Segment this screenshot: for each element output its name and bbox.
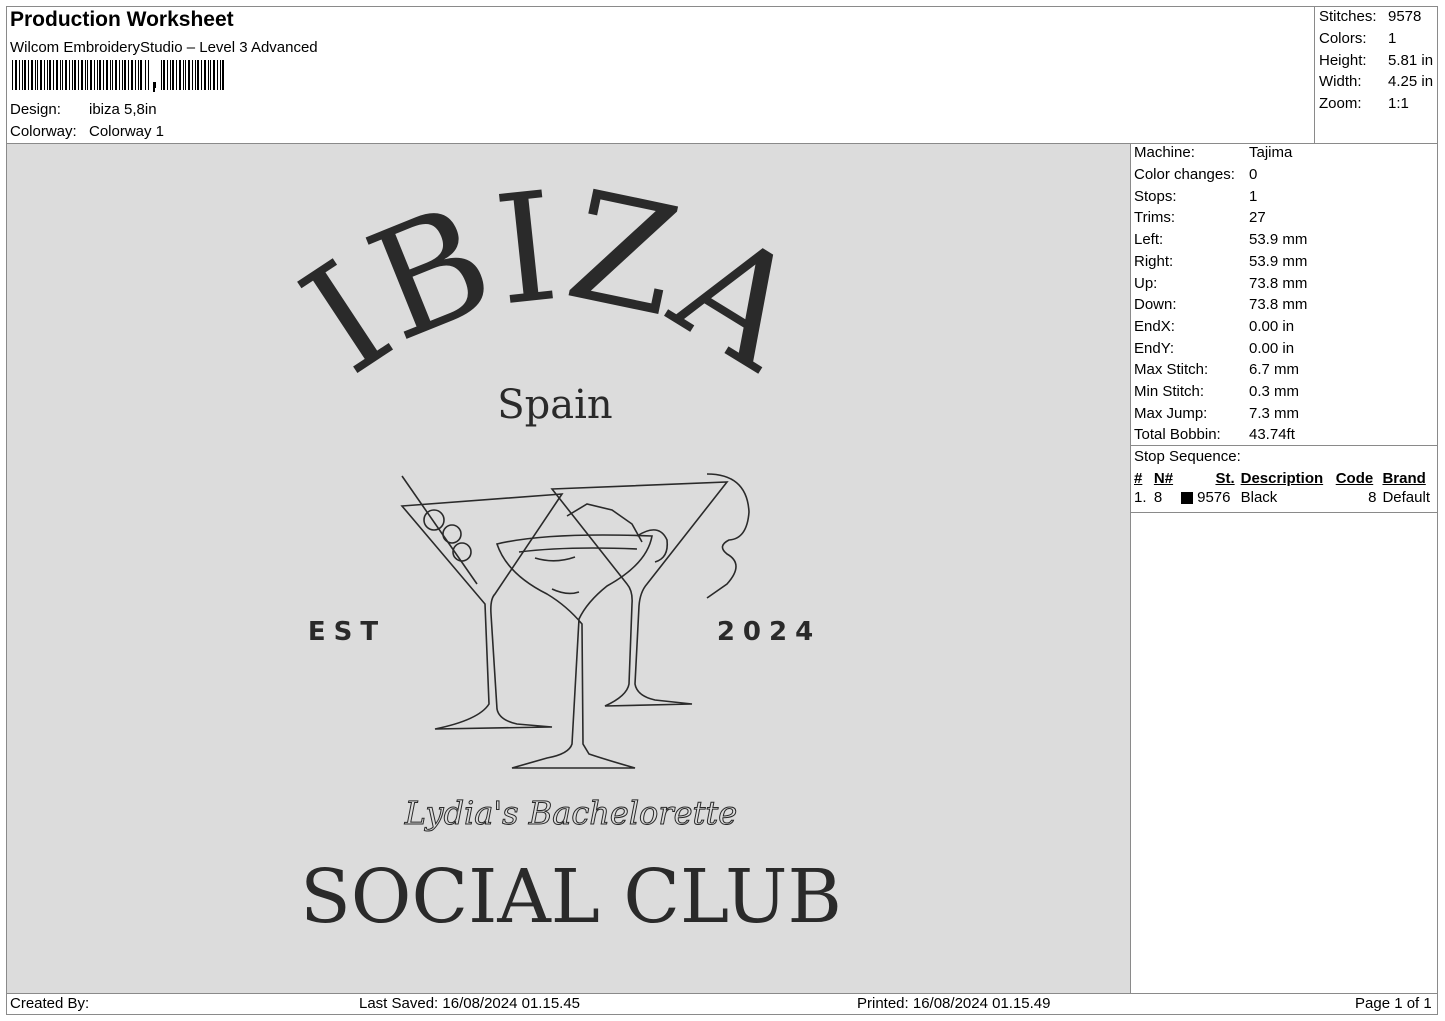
software-name: Wilcom EmbroideryStudio – Level 3 Advanc… (10, 39, 318, 56)
page-number: Page 1 of 1 (1355, 995, 1432, 1012)
summary-label: Zoom: (1319, 95, 1362, 112)
table-header-row: # N# St. Description Code Brand (1131, 469, 1437, 488)
stops-divider (1130, 445, 1438, 446)
color-code: 8 (1368, 489, 1377, 506)
summary-value: 4.25 in (1388, 73, 1434, 90)
detail-label: Down: (1134, 296, 1177, 313)
summary-label: Height: (1319, 52, 1367, 69)
est-year: 2024 (717, 617, 821, 647)
detail-label: Stops: (1134, 188, 1177, 205)
summary-value: 1 (1388, 30, 1397, 47)
detail-label: EndY: (1134, 340, 1175, 357)
detail-value: 6.7 mm (1249, 361, 1300, 378)
stop-sequence-title: Stop Sequence: (1134, 448, 1241, 465)
footer-divider (6, 993, 1438, 994)
summary-value: 5.81 in (1388, 52, 1434, 69)
detail-label: Total Bobbin: (1134, 426, 1221, 443)
thread-brand: Default (1382, 489, 1430, 506)
page-title: Production Worksheet (10, 8, 234, 31)
color-description: Black (1240, 489, 1278, 506)
column-header: St. (1215, 470, 1235, 487)
embroidery-design: IBIZA Spain EST 2024 Lydia's Bachelorett… (274, 159, 842, 940)
table-row: 1. 8 9576 Black 8 Default (1131, 488, 1437, 507)
stops-bottom-divider (1130, 512, 1438, 513)
design-title: IBIZA (274, 159, 830, 408)
printed-date: Printed: 16/08/2024 01.15.49 (857, 995, 1051, 1012)
colorway-value: Colorway 1 (89, 123, 165, 140)
needle-number: 8 (1153, 489, 1163, 506)
stitch-cell: 9576 (1178, 488, 1238, 507)
barcode-image (12, 60, 224, 92)
summary-value: 9578 (1388, 8, 1422, 25)
design-preview: IBIZA Spain EST 2024 Lydia's Bachelorett… (7, 144, 1130, 993)
details-divider (1130, 143, 1131, 993)
column-header: Description (1240, 470, 1324, 487)
detail-label: EndX: (1134, 318, 1175, 335)
column-header: # (1134, 470, 1143, 487)
detail-value: 1 (1249, 188, 1258, 205)
detail-label: Color changes: (1134, 166, 1235, 183)
column-header: Code (1335, 470, 1374, 487)
summary-value: 1:1 (1388, 95, 1409, 112)
design-label: Design: (10, 101, 61, 118)
detail-value: 27 (1249, 209, 1266, 226)
column-header: Brand (1382, 470, 1426, 487)
detail-value: 53.9 mm (1249, 231, 1308, 248)
script-text: Lydia's Bachelorette (404, 794, 737, 832)
stop-sequence-table: # N# St. Description Code Brand 1. 8 957… (1131, 469, 1437, 507)
detail-label: Trims: (1134, 209, 1176, 226)
detail-label: Max Jump: (1134, 405, 1208, 422)
summary-label: Colors: (1319, 30, 1367, 47)
column-header: N# (1153, 470, 1174, 487)
colorway-label: Colorway: (10, 123, 77, 140)
detail-label: Right: (1134, 253, 1174, 270)
created-by: Created By: (10, 995, 90, 1012)
last-saved: Last Saved: 16/08/2024 01.15.45 (359, 995, 581, 1012)
detail-label: Left: (1134, 231, 1164, 248)
detail-value: 53.9 mm (1249, 253, 1308, 270)
detail-value: 0.3 mm (1249, 383, 1300, 400)
summary-label: Stitches: (1319, 8, 1377, 25)
detail-value: Tajima (1249, 144, 1293, 161)
social-club-text: SOCIAL CLUB (300, 854, 842, 940)
detail-value: 73.8 mm (1249, 275, 1308, 292)
detail-value: 43.74ft (1249, 426, 1295, 443)
detail-value: 0.00 in (1249, 340, 1295, 357)
cocktail-glasses-art (400, 473, 750, 769)
design-value: ibiza 5,8in (89, 101, 157, 118)
detail-value: 0 (1249, 166, 1258, 183)
est-label: EST (308, 617, 386, 647)
summary-divider (1314, 6, 1315, 143)
color-swatch (1180, 492, 1193, 505)
detail-label: Up: (1134, 275, 1158, 292)
design-subtitle: Spain (497, 382, 612, 428)
detail-label: Max Stitch: (1134, 361, 1209, 378)
stop-number: 1. (1134, 489, 1147, 506)
detail-label: Machine: (1134, 144, 1195, 161)
detail-value: 0.00 in (1249, 318, 1295, 335)
summary-label: Width: (1319, 73, 1362, 90)
stitch-count: 9576 (1197, 489, 1231, 506)
detail-value: 73.8 mm (1249, 296, 1308, 313)
detail-label: Min Stitch: (1134, 383, 1205, 400)
detail-value: 7.3 mm (1249, 405, 1300, 422)
